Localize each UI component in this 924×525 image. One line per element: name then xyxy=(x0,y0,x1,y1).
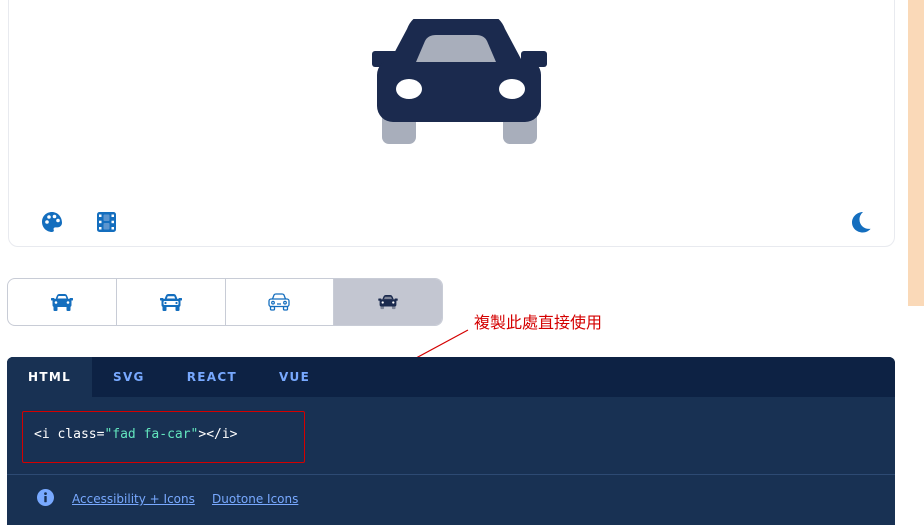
code-format-tabs: HTML SVG REACT VUE xyxy=(7,357,895,397)
duotone-icons-link[interactable]: Duotone Icons xyxy=(212,492,298,506)
code-tag-close: ></i> xyxy=(198,427,238,442)
copy-annotation-label: 複製此處直接使用 xyxy=(474,313,603,332)
tab-vue[interactable]: VUE xyxy=(258,357,331,397)
car-light-icon xyxy=(268,293,291,311)
style-option-regular[interactable] xyxy=(117,279,226,325)
style-option-duotone[interactable] xyxy=(334,279,442,325)
palette-icon[interactable] xyxy=(41,211,63,233)
icon-preview-card xyxy=(8,0,895,247)
code-snippet-panel: HTML SVG REACT VUE <i class="fad fa-car"… xyxy=(7,357,895,525)
info-circle-icon xyxy=(37,489,54,506)
car-duotone-icon xyxy=(378,294,398,309)
car-icon xyxy=(372,19,547,144)
divider xyxy=(7,474,895,475)
code-tag-open: <i class= xyxy=(34,427,105,442)
code-class-value: "fad fa-car" xyxy=(104,427,199,442)
html-code-snippet[interactable]: <i class="fad fa-car"></i> xyxy=(34,427,238,442)
side-panel-edge xyxy=(908,0,924,306)
car-solid-icon xyxy=(50,293,73,311)
accessibility-icons-link[interactable]: Accessibility + Icons xyxy=(72,492,195,506)
icon-style-switcher xyxy=(7,278,443,326)
tab-html[interactable]: HTML xyxy=(7,357,93,397)
tab-react[interactable]: REACT xyxy=(166,357,258,397)
car-regular-icon xyxy=(159,293,182,311)
tab-svg[interactable]: SVG xyxy=(92,357,166,397)
style-option-light[interactable] xyxy=(226,279,335,325)
film-icon[interactable] xyxy=(97,212,116,232)
style-option-solid[interactable] xyxy=(8,279,117,325)
moon-icon[interactable] xyxy=(851,211,871,233)
